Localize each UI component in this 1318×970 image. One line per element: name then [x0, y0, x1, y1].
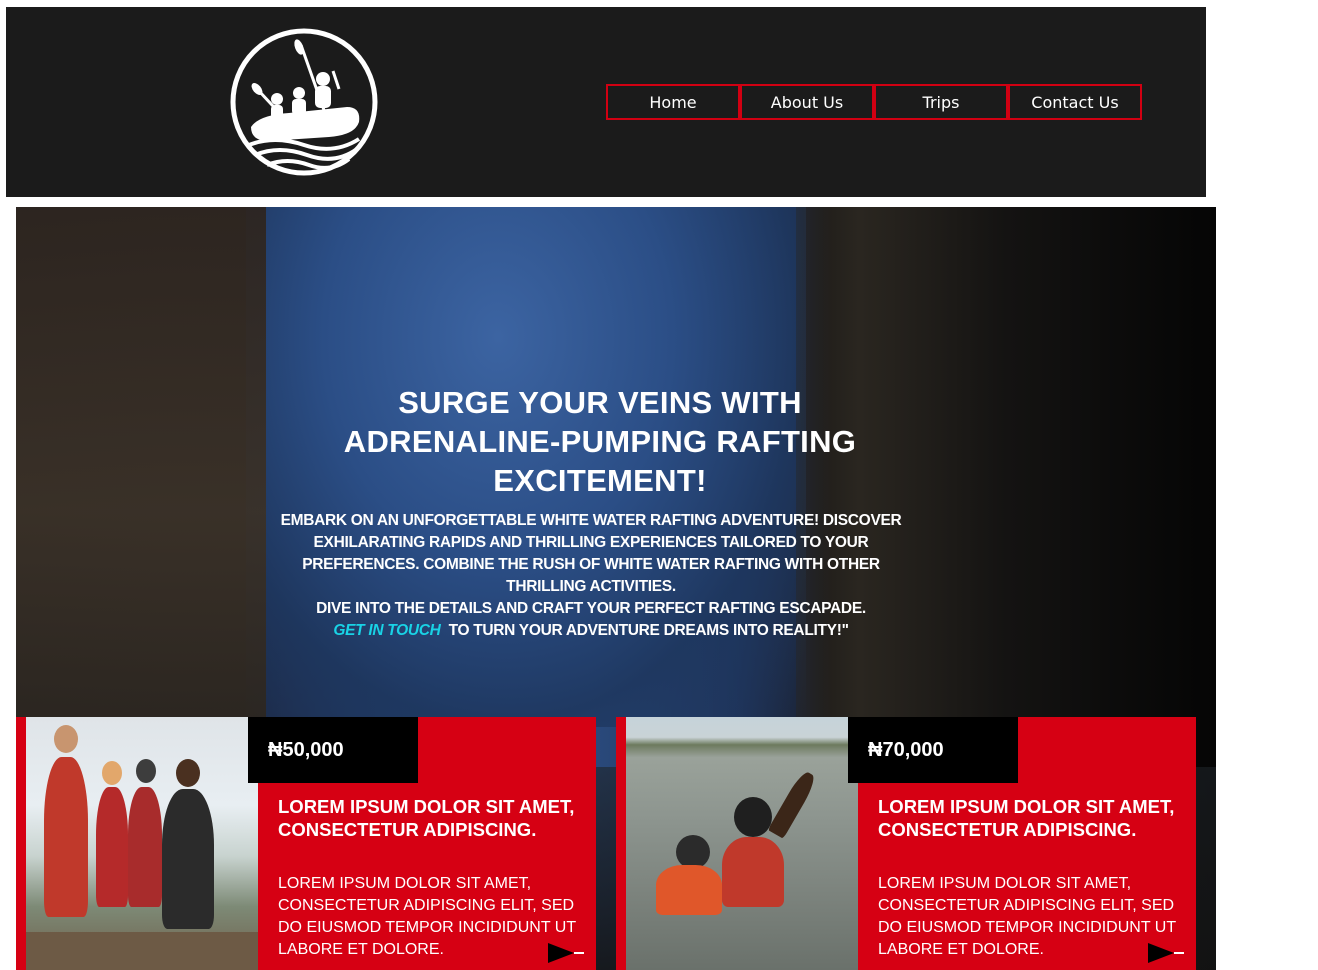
hero-line-2: DIVE INTO THE DETAILS AND CRAFT YOUR PER… — [316, 600, 866, 617]
trip-description: LOREM IPSUM DOLOR SIT AMET, CONSECTETUR … — [878, 875, 1176, 958]
trip-title: LOREM IPSUM DOLOR SIT AMET, CONSECTETUR … — [278, 796, 575, 840]
rafting-boat-logo-icon[interactable] — [229, 27, 379, 177]
hero-paragraph: EMBARK ON AN UNFORGETTABLE WHITE WATER R… — [280, 512, 902, 595]
arrow-right-icon[interactable] — [1148, 943, 1184, 963]
main-nav: Home About Us Trips Contact Us — [606, 84, 1142, 120]
arrow-right-icon[interactable] — [548, 943, 584, 963]
hero-cta-text: TO TURN YOUR ADVENTURE DREAMS INTO REALI… — [448, 622, 849, 639]
nav-trips[interactable]: Trips — [874, 84, 1008, 120]
trip-price: ₦50,000 — [248, 717, 418, 783]
nav-home[interactable]: Home — [606, 84, 740, 120]
hero-cta-line: GET IN TOUCH TO TURN YOUR ADVENTURE DREA… — [266, 620, 916, 642]
nav-contact-us[interactable]: Contact Us — [1008, 84, 1142, 120]
trip-title: LOREM IPSUM DOLOR SIT AMET, CONSECTETUR … — [878, 796, 1175, 840]
trip-card[interactable]: ₦70,000 LOREM IPSUM DOLOR SIT AMET, CONS… — [616, 717, 1196, 970]
hero-title: SURGE YOUR VEINS WITH ADRENALINE-PUMPING… — [343, 385, 857, 498]
trip-photo-group-rafters — [26, 717, 258, 970]
site-header: Home About Us Trips Contact Us — [6, 7, 1206, 197]
nav-about-us[interactable]: About Us — [740, 84, 874, 120]
trip-photo-swimmers — [626, 717, 858, 970]
hero-description: EMBARK ON AN UNFORGETTABLE WHITE WATER R… — [266, 510, 916, 642]
get-in-touch-link[interactable]: GET IN TOUCH — [333, 622, 441, 639]
trip-price: ₦70,000 — [848, 717, 1018, 783]
trip-card[interactable]: ₦50,000 LOREM IPSUM DOLOR SIT AMET, CONS… — [16, 717, 596, 970]
trip-description: LOREM IPSUM DOLOR SIT AMET, CONSECTETUR … — [278, 875, 576, 958]
